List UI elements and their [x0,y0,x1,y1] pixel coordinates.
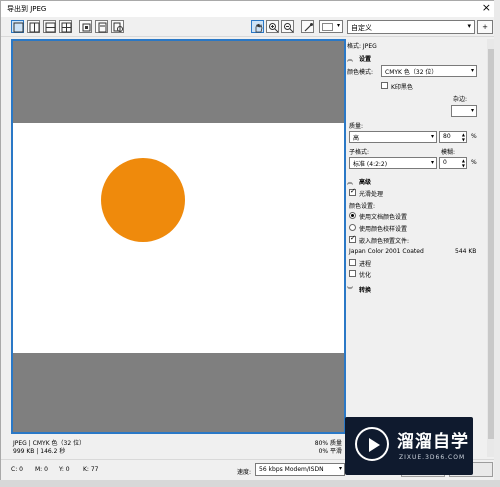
window-edge-right [494,0,500,487]
watermark: 溜溜自学 ZIXUE.3D66.COM [345,417,473,475]
anti-alias-label: 光滑处理 [359,191,384,198]
eyedropper-icon[interactable] [301,20,314,33]
embed-profile-checkbox[interactable] [349,234,356,243]
close-icon[interactable]: × [482,1,491,14]
subformat-label: 子格式: [349,149,370,156]
blur-number: 0 [443,159,447,166]
format-label: 格式: JPEG [347,43,377,50]
embed-profile-label: 嵌入颜色预置文件: [359,238,410,245]
split-vertical-icon[interactable] [27,20,40,33]
quality-label: 质量: [349,123,364,130]
subformat-value: 标准 (4:2:2) [353,161,388,168]
use-proof-color-radio[interactable] [349,224,356,231]
chevron-down-icon: ▾ [430,133,434,140]
transform-section-title: 转换 [359,287,372,294]
preset-dropdown[interactable]: 自定义 ▾ [347,20,475,34]
zoom-page-icon[interactable] [111,20,124,33]
full-view-icon[interactable] [11,20,24,33]
quality-number-input[interactable]: 80 ▲ ▼ [439,131,467,143]
quality-select[interactable]: 高 ▾ [349,131,437,143]
profile-size: 544 KB [455,248,477,255]
quality-value: 高 [353,135,360,142]
quality-percent: % [471,133,477,140]
quad-view-icon[interactable] [59,20,72,33]
color-mode-label: 颜色模式: [347,69,374,76]
preview-status: JPEG | CMYK 色（32 位） 999 KB | 146.2 秒 80%… [11,437,346,455]
title-bar: 导出到 JPEG × [1,1,499,17]
status-smoothing: 0% 平滑 [318,448,342,455]
split-horizontal-icon[interactable] [43,20,56,33]
print-black-label: K印黑色 [391,84,413,91]
preview-gray-band-top [13,41,344,123]
add-preset-button[interactable]: + [477,20,493,34]
color-mode-value: CMYK 色（32 位） [385,69,438,76]
chevron-down-icon: ▾ [470,67,474,74]
watermark-url: ZIXUE.3D66.COM [399,454,466,461]
progressive-label: 进程 [359,261,372,268]
matte-label: 杂边: [453,96,468,103]
window-title: 导出到 JPEG [7,5,47,13]
color-mode-select[interactable]: CMYK 色（32 位） ▾ [381,65,477,77]
spinner-arrows-icon: ▲ ▼ [461,132,465,142]
advanced-section-title: 高级 [359,179,372,186]
profile-name: Japan Color 2001 Coated [349,248,424,255]
progressive-checkbox[interactable] [349,259,356,266]
zoom-out-icon[interactable] [281,20,294,33]
cmyk-y-readout: Y: 0 [59,466,70,473]
color-swatch [322,23,333,31]
optimize-label: 优化 [359,272,372,279]
cmyk-k-readout: K: 77 [83,466,99,473]
speed-label: 速度: [237,469,252,476]
fit-to-window-icon[interactable] [79,20,92,33]
orange-circle [101,158,185,242]
chevron-down-icon: ▾ [430,159,434,166]
speed-value: 56 kbps Modem/ISDN [259,466,324,473]
preview-canvas[interactable] [11,39,346,434]
expand-transform-icon[interactable]: ︾ [347,285,353,294]
chevron-down-icon: ▾ [338,465,342,472]
matte-color-select[interactable]: ▾ [451,105,477,117]
play-logo-icon [355,427,389,461]
speed-select[interactable]: 56 kbps Modem/ISDN ▾ [255,463,345,476]
blur-percent: % [471,159,477,166]
fit-page-icon[interactable] [95,20,108,33]
chevron-down-icon: ▾ [467,22,471,30]
color-settings-label: 颜色设置: [349,203,376,210]
hand-tool-icon[interactable] [251,20,264,33]
settings-section-title: 设置 [359,56,372,63]
preview-gray-band-bottom [13,353,344,432]
status-size-time: 999 KB | 146.2 秒 [13,448,66,455]
zoom-in-icon[interactable] [266,20,279,33]
quality-number: 80 [443,133,451,140]
subformat-select[interactable]: 标准 (4:2:2) ▾ [349,157,437,169]
use-doc-color-label: 使用文档颜色设置 [359,214,408,221]
collapse-settings-icon[interactable]: ︽ [347,54,353,63]
settings-panel: 格式: JPEG ︽ 设置 颜色模式: CMYK 色（32 位） ▾ K印黑色 … [345,39,487,457]
anti-alias-checkbox[interactable] [349,187,356,196]
toolbar: ▾ 自定义 ▾ + [1,17,499,37]
use-proof-color-label: 使用颜色校样设置 [359,226,408,233]
cmyk-c-readout: C: 0 [11,466,23,473]
color-swatch-dropdown[interactable]: ▾ [319,20,343,33]
cmyk-m-readout: M: 0 [35,466,48,473]
spinner-arrows-icon: ▲ ▼ [461,158,465,168]
blur-label: 模糊: [441,149,456,156]
window-edge-bottom [0,480,500,487]
chevron-down-icon: ▾ [470,107,474,114]
optimize-checkbox[interactable] [349,270,356,277]
print-black-checkbox[interactable] [381,82,388,89]
collapse-advanced-icon[interactable]: ︽ [347,177,353,186]
plus-icon: + [482,23,488,31]
blur-number-input[interactable]: 0 ▲ ▼ [439,157,467,169]
watermark-brand: 溜溜自学 [397,432,469,452]
use-doc-color-radio[interactable] [349,212,356,219]
export-jpeg-window: 导出到 JPEG × ▾ 自定义 ▾ + JPEG | CMYK 色（32 位）… [0,0,500,487]
chevron-down-icon: ▾ [336,22,340,29]
preset-value: 自定义 [351,24,372,32]
